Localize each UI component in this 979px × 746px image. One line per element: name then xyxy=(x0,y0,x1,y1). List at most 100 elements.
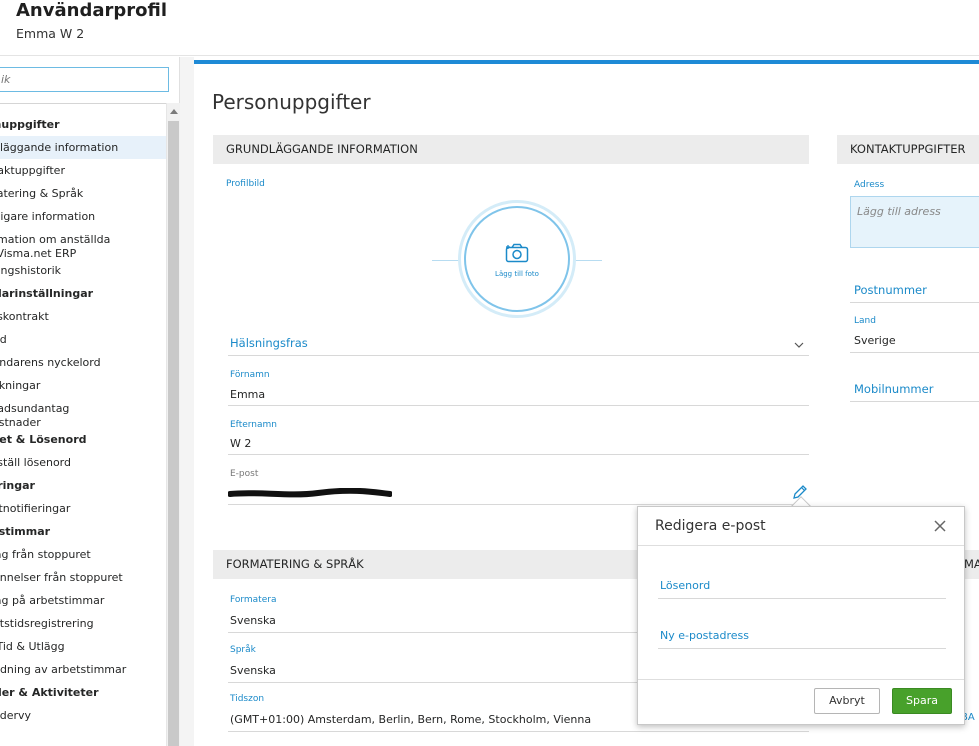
add-photo-link[interactable]: Lägg till foto xyxy=(484,270,550,278)
timezone-label: Tidszon xyxy=(230,694,265,704)
sidebar-item-label: nder & Aktiviteter xyxy=(0,686,99,699)
sidebar-item[interactable]: endervy xyxy=(0,704,166,727)
firstname-input[interactable]: Emma xyxy=(230,388,265,401)
sidebar-item-label: ostnotifieringar xyxy=(0,502,71,515)
sidebar-item[interactable]: minnelser från stoppuret xyxy=(0,566,166,589)
sidebar-nav: onuppgifter ndläggande information ntaktup… xyxy=(0,103,166,746)
sidebar-item[interactable]: tnadsundantagkostnader xyxy=(0,397,166,429)
close-icon[interactable] xyxy=(934,520,946,532)
postal-code-input[interactable]: Postnummer xyxy=(854,283,927,297)
lastname-underline xyxy=(228,454,809,455)
password-input[interactable]: Lösenord xyxy=(660,579,710,592)
chevron-down-icon[interactable] xyxy=(794,341,804,349)
camera-icon[interactable] xyxy=(505,243,529,263)
sidebar-item-label: rhet & Lösenord xyxy=(0,433,87,446)
greeting-underline xyxy=(228,355,809,356)
sidebar-item[interactable]: erligare information xyxy=(0,205,166,228)
sidebar-section-heading: onuppgifter xyxy=(0,113,166,136)
sidebar-item-label: tnadsundantag xyxy=(0,402,70,415)
timezone-select[interactable]: (GMT+01:00) Amsterdam, Berlin, Bern, Rom… xyxy=(230,713,591,726)
avatar-line-right xyxy=(574,260,602,261)
sidebar-item[interactable]: n Tid & Utlägg xyxy=(0,635,166,658)
format-select[interactable]: Svenska xyxy=(230,614,276,627)
email-label: E-post xyxy=(230,469,259,479)
format-label: Formatera xyxy=(230,595,277,605)
password-underline xyxy=(658,598,946,599)
sidebar-item[interactable]: slag på arbetstimmar xyxy=(0,589,166,612)
sidebar-item-label: ntaktuppgifter xyxy=(0,164,65,177)
sidebar-item-label: dringshistorik xyxy=(0,264,61,277)
sidebar-item-label: ieringar xyxy=(0,479,35,492)
sidebar-item[interactable]: vändarens nyckelord xyxy=(0,351,166,374)
lastname-input[interactable]: W 2 xyxy=(230,437,251,450)
firstname-underline xyxy=(228,405,809,406)
sidebar-item[interactable]: betstidsregistrering xyxy=(0,612,166,635)
sidebar-item-label: endervy xyxy=(0,709,32,722)
sidebar-item[interactable]: ndläggande information xyxy=(0,136,166,159)
email-underline xyxy=(228,504,809,505)
sidebar-section-heading: ndarinställningar xyxy=(0,282,166,305)
sidebar-item[interactable]: undning av arbetstimmar xyxy=(0,658,166,681)
section-basic-info-header: GRUNDLÄGGANDE INFORMATION xyxy=(213,135,809,164)
firstname-label: Förnamn xyxy=(230,370,270,380)
lastname-label: Efternamn xyxy=(230,420,277,430)
sidebar-item-label: slag från stoppuret xyxy=(0,548,91,561)
dialog-header-separator xyxy=(638,545,964,546)
sidebar-item[interactable]: slag från stoppuret xyxy=(0,543,166,566)
country-select[interactable]: Sverige xyxy=(854,334,896,347)
sidebar-item-label: betstidsregistrering xyxy=(0,617,94,630)
address-input[interactable]: Lägg till adress xyxy=(850,196,979,248)
app-header: Användarprofil Emma W 2 xyxy=(0,0,979,56)
sidebar-item[interactable]: ostnotifieringar xyxy=(0,497,166,520)
sidebar-item-label: erligare information xyxy=(0,210,96,223)
sidebar-item-label: etskontrakt xyxy=(0,310,49,323)
sidebar-item-label: matering & Språk xyxy=(0,187,84,200)
sidebar-item-label: slag på arbetstimmar xyxy=(0,594,105,607)
sidebar-item-label: ndarinställningar xyxy=(0,287,94,300)
search-input[interactable] xyxy=(0,67,169,92)
sidebar-item[interactable]: ktid xyxy=(0,328,166,351)
scroll-up-icon[interactable] xyxy=(170,109,178,114)
country-label: Land xyxy=(854,316,876,326)
page-title: Personuppgifter xyxy=(212,90,371,114)
new-email-input[interactable]: Ny e-postadress xyxy=(660,629,749,642)
sidebar-scrollbar[interactable] xyxy=(166,103,180,746)
mobile-input[interactable]: Mobilnummer xyxy=(854,382,933,396)
sidebar-item[interactable]: etskontrakt xyxy=(0,305,166,328)
sidebar-item-label: onuppgifter xyxy=(0,118,60,131)
new-email-underline xyxy=(658,648,946,649)
sidebar-item[interactable]: dringshistorik xyxy=(0,259,166,282)
user-name: Emma W 2 xyxy=(16,26,85,41)
sidebar-item-label: erställ lösenord xyxy=(0,456,71,469)
section-contact-header: KONTAKTUPPGIFTER xyxy=(837,135,979,164)
main-gutter xyxy=(180,57,194,746)
sidebar-item-label: vändarens nyckelord xyxy=(0,356,101,369)
cancel-button[interactable]: Avbryt xyxy=(814,688,880,714)
sidebar-item-label: n Tid & Utlägg xyxy=(0,640,65,653)
sidebar-section-heading: ieringar xyxy=(0,474,166,497)
sidebar-item-label: ktid xyxy=(0,333,7,346)
mobile-underline xyxy=(850,401,979,402)
sidebar-item-label: ormation om anställda xyxy=(0,233,111,246)
language-select[interactable]: Svenska xyxy=(230,664,276,677)
sidebar-item[interactable]: eckningar xyxy=(0,374,166,397)
edit-email-dialog: Redigera e-post Lösenord Ny e-postadress… xyxy=(637,506,965,725)
sidebar-item-label: minnelser från stoppuret xyxy=(0,571,123,584)
greeting-select[interactable]: Hälsningsfras xyxy=(230,336,308,350)
page-header-title: Användarprofil xyxy=(16,0,167,21)
sidebar-item[interactable]: matering & Språk xyxy=(0,182,166,205)
sidebar-item[interactable]: erställ lösenord xyxy=(0,451,166,474)
sidebar-item[interactable]: ormation om anställdan Visma.net ERP xyxy=(0,228,166,260)
sidebar-section-heading: nder & Aktiviteter xyxy=(0,681,166,704)
sidebar: onuppgifter ndläggande information ntaktup… xyxy=(0,57,180,746)
postal-underline xyxy=(850,302,979,303)
sidebar-item[interactable]: ntaktuppgifter xyxy=(0,159,166,182)
sidebar-item-label: undning av arbetstimmar xyxy=(0,663,127,676)
country-underline xyxy=(850,352,979,353)
sidebar-item-label: eckningar xyxy=(0,379,41,392)
sidebar-item-label: etstimmar xyxy=(0,525,51,538)
sidebar-item-label: ndläggande information xyxy=(0,141,119,154)
sidebar-section-heading: etstimmar xyxy=(0,520,166,543)
save-button[interactable]: Spara xyxy=(892,688,952,714)
scroll-thumb[interactable] xyxy=(168,121,179,746)
